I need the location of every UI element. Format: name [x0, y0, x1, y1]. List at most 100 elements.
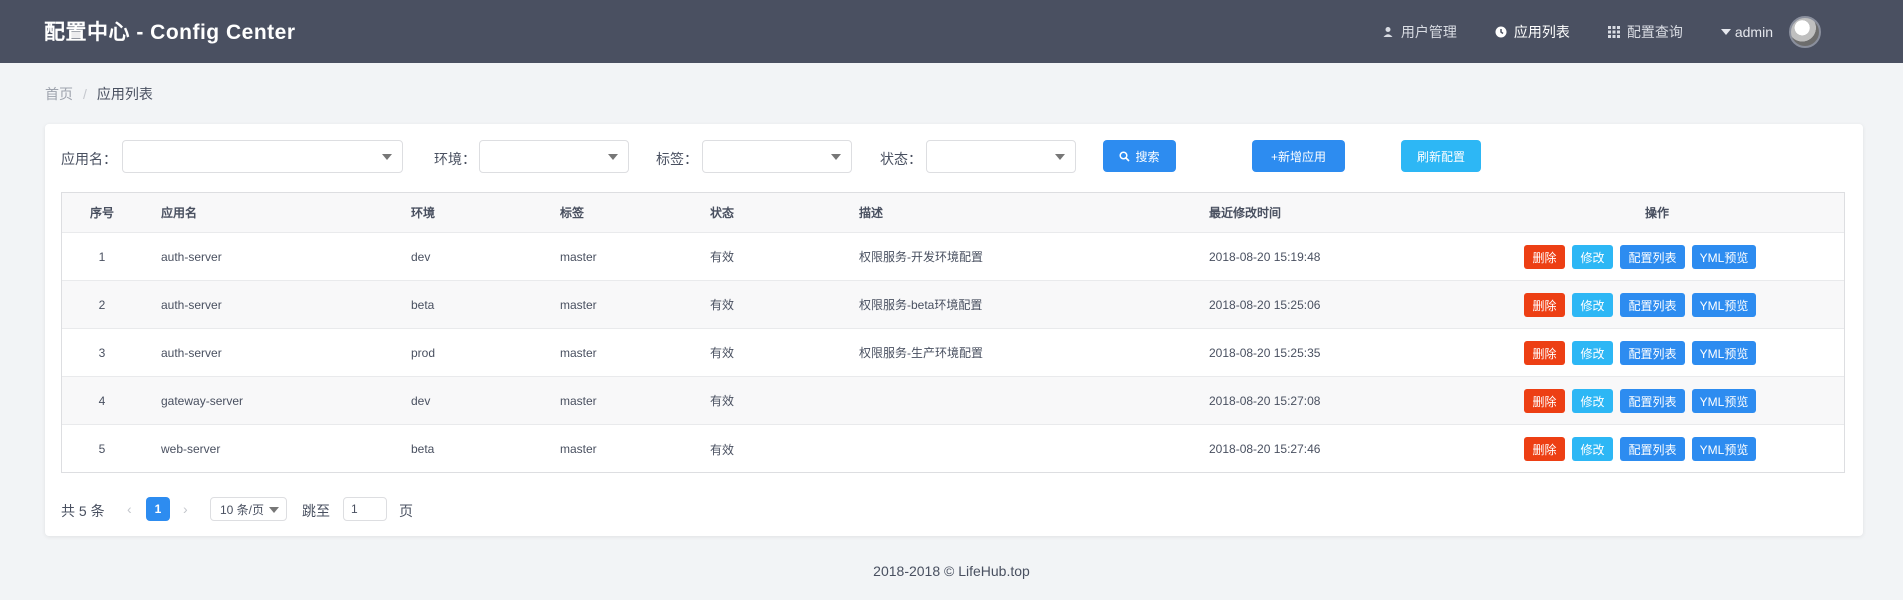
total-count: 共 5 条 [61, 503, 105, 519]
row-actions: 删除 修改 配置列表 YML预览 [1524, 437, 1763, 461]
cell-status: 有效 [710, 346, 735, 360]
page-unit-label: 页 [399, 503, 413, 519]
breadcrumb: 首页 / 应用列表 [45, 84, 153, 104]
top-header: 配置中心 - Config Center 用户管理 应用列表 配置查询 admi… [0, 0, 1903, 63]
breadcrumb-separator: / [83, 86, 87, 102]
config-list-button[interactable]: 配置列表 [1620, 245, 1685, 269]
cell-status: 有效 [710, 298, 735, 312]
edit-button[interactable]: 修改 [1572, 245, 1613, 269]
cell-modified-time: 2018-08-20 15:27:46 [1209, 442, 1321, 456]
page-1-button[interactable]: 1 [146, 497, 170, 521]
cell-env: beta [411, 297, 435, 312]
config-list-button[interactable]: 配置列表 [1620, 389, 1685, 413]
table-row: 3 auth-server prod master 有效 权限服务-生产环境配置… [62, 329, 1844, 377]
nav-item-label: 应用列表 [1513, 23, 1570, 40]
yml-preview-button[interactable]: YML预览 [1692, 437, 1756, 461]
row-actions: 删除 修改 配置列表 YML预览 [1524, 341, 1763, 365]
chevron-down-icon [831, 154, 841, 160]
col-tag: 标签 [560, 206, 585, 220]
delete-button[interactable]: 删除 [1524, 341, 1565, 365]
cell-env: prod [411, 345, 436, 360]
cell-tag: master [560, 442, 597, 456]
prev-page-button[interactable]: ‹ [127, 501, 132, 517]
table-row: 2 auth-server beta master 有效 权限服务-beta环境… [62, 281, 1844, 329]
col-status: 状态 [710, 206, 735, 220]
search-button[interactable]: 搜索 [1103, 140, 1176, 172]
config-list-button[interactable]: 配置列表 [1620, 437, 1685, 461]
edit-button[interactable]: 修改 [1572, 437, 1613, 461]
delete-button[interactable]: 删除 [1524, 437, 1565, 461]
cell-app-name: auth-server [161, 297, 222, 312]
next-page-button[interactable]: › [183, 501, 188, 517]
cell-status: 有效 [710, 250, 735, 264]
yml-preview-button[interactable]: YML预览 [1692, 245, 1756, 269]
tag-select[interactable] [702, 140, 852, 173]
config-list-button[interactable]: 配置列表 [1620, 341, 1685, 365]
cell-desc: 权限服务-beta环境配置 [859, 298, 983, 312]
yml-preview-button[interactable]: YML预览 [1692, 341, 1756, 365]
jump-page-input[interactable]: 1 [343, 497, 387, 521]
app-list-icon [1495, 26, 1507, 38]
cell-modified-time: 2018-08-20 15:25:06 [1209, 297, 1321, 312]
refresh-config-button[interactable]: 刷新配置 [1401, 140, 1481, 172]
col-modified-time: 最近修改时间 [1209, 206, 1282, 220]
chevron-down-icon [1720, 28, 1731, 35]
cell-index: 2 [98, 297, 106, 312]
table-header: 序号 应用名 环境 标签 状态 描述 最近修改时间 操作 [62, 193, 1844, 233]
grid-icon [1607, 25, 1620, 38]
edit-button[interactable]: 修改 [1572, 293, 1613, 317]
nav-item-user-management[interactable]: 用户管理 [1382, 22, 1457, 42]
avatar[interactable] [1789, 15, 1821, 48]
config-list-button[interactable]: 配置列表 [1620, 293, 1685, 317]
cell-index: 4 [98, 393, 106, 408]
app-name-select[interactable] [122, 140, 403, 173]
tag-label: 标签： [656, 151, 698, 167]
top-nav: 用户管理 应用列表 配置查询 admin [1382, 0, 1903, 63]
col-index: 序号 [89, 206, 114, 220]
cell-tag: master [560, 297, 597, 312]
table-row: 5 web-server beta master 有效 2018-08-20 1… [62, 425, 1844, 473]
breadcrumb-current: 应用列表 [96, 86, 153, 102]
cell-app-name: gateway-server [161, 393, 244, 408]
delete-button[interactable]: 删除 [1524, 389, 1565, 413]
pagination: 共 5 条 ‹ 1 › 10 条/页 跳至 1 页 [61, 497, 661, 521]
cell-tag: master [560, 345, 597, 360]
search-button-label: 搜索 [1135, 149, 1160, 164]
cell-env: dev [411, 249, 431, 264]
nav-item-config-query[interactable]: 配置查询 [1607, 22, 1683, 42]
cell-index: 5 [98, 442, 106, 456]
chevron-down-icon [382, 154, 392, 160]
delete-button[interactable]: 删除 [1524, 293, 1565, 317]
add-app-button-label: +新增应用 [1270, 149, 1326, 164]
env-select[interactable] [479, 140, 629, 173]
col-app-name: 应用名 [161, 206, 198, 220]
row-actions: 删除 修改 配置列表 YML预览 [1524, 389, 1763, 413]
yml-preview-button[interactable]: YML预览 [1692, 293, 1756, 317]
main-card: 应用名： 环境： 标签： 状态： 搜索 +新增应用 刷新配置 序号 应用名 环境… [45, 124, 1863, 536]
cell-tag: master [560, 393, 597, 408]
nav-item-label: 用户管理 [1400, 23, 1457, 40]
status-select[interactable] [926, 140, 1076, 173]
cell-desc: 权限服务-开发环境配置 [859, 250, 983, 264]
chevron-down-icon [1055, 154, 1065, 160]
edit-button[interactable]: 修改 [1572, 341, 1613, 365]
delete-button[interactable]: 删除 [1524, 245, 1565, 269]
breadcrumb-home[interactable]: 首页 [45, 84, 73, 104]
row-actions: 删除 修改 配置列表 YML预览 [1524, 245, 1763, 269]
add-app-button[interactable]: +新增应用 [1252, 140, 1345, 172]
cell-env: dev [411, 393, 431, 408]
yml-preview-button[interactable]: YML预览 [1692, 389, 1756, 413]
edit-button[interactable]: 修改 [1572, 389, 1613, 413]
page-size-value: 10 条/页 [220, 502, 265, 517]
cell-status: 有效 [710, 442, 735, 457]
page-size-select[interactable]: 10 条/页 [210, 497, 287, 521]
nav-item-label: 配置查询 [1626, 23, 1683, 40]
chevron-down-icon [269, 507, 279, 513]
app-table: 序号 应用名 环境 标签 状态 描述 最近修改时间 操作 1 auth-serv… [61, 192, 1845, 473]
nav-item-app-list[interactable]: 应用列表 [1495, 22, 1570, 42]
user-menu[interactable]: admin [1720, 15, 1821, 48]
cell-modified-time: 2018-08-20 15:25:35 [1209, 345, 1321, 360]
jump-label: 跳至 [302, 503, 330, 519]
cell-env: beta [411, 442, 435, 456]
app-name-label: 应用名： [61, 151, 117, 167]
